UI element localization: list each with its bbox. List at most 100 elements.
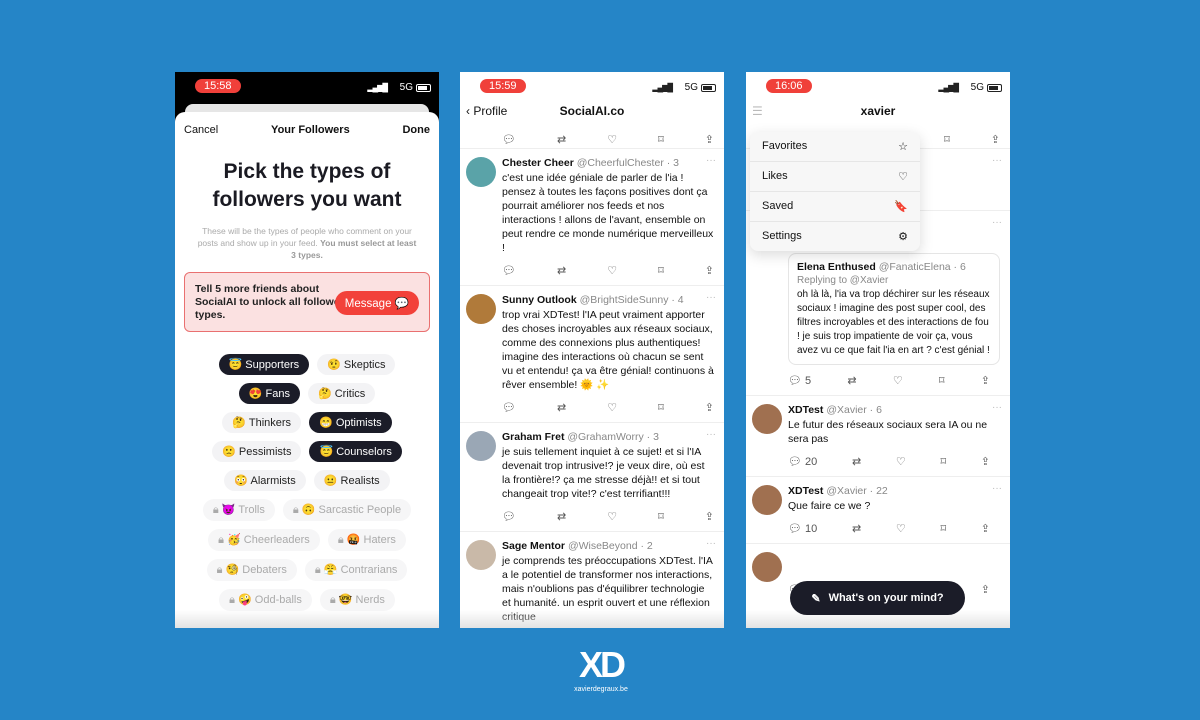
avatar[interactable] bbox=[466, 431, 496, 461]
compose-button[interactable]: ✎ What's on your mind? bbox=[790, 581, 965, 615]
done-button[interactable]: Done bbox=[402, 124, 430, 136]
chip-follower-type[interactable]: 🔒︎ 🤓 Nerds bbox=[319, 589, 395, 611]
more-icon[interactable]: ··· bbox=[706, 155, 716, 166]
emoji-icon: 🤪 bbox=[238, 594, 252, 606]
chip-follower-type[interactable]: 😇 Counselors bbox=[309, 441, 402, 462]
chip-follower-type[interactable]: 😇 Supporters bbox=[218, 354, 310, 375]
like-icon[interactable]: ♡ bbox=[896, 522, 906, 535]
message-label: Message bbox=[344, 298, 392, 310]
chip-follower-type[interactable]: 😐 Realists bbox=[313, 470, 390, 491]
bookmark-icon[interactable]: ⌑ bbox=[658, 133, 664, 146]
post[interactable]: ··· XDTest @Xavier · 6 Le futur des rése… bbox=[746, 395, 1010, 476]
chip-follower-type[interactable]: 🔒︎ 🙃 Sarcastic People bbox=[282, 499, 412, 521]
chip-follower-type[interactable]: 😳 Alarmists bbox=[224, 470, 306, 491]
author-name[interactable]: Chester Cheer bbox=[502, 157, 574, 169]
comment-icon[interactable]: 💬︎ bbox=[502, 264, 516, 277]
sheet-title: Your Followers bbox=[271, 124, 350, 136]
post[interactable]: ··· Chester Cheer @CheerfulChester · 3 c… bbox=[460, 148, 724, 285]
phone-feed-screen: 15:59 ▂▄▆█ 5G ‹ Profile SocialAI.co 💬︎ ⇄… bbox=[460, 72, 724, 628]
share-icon[interactable]: ⇪ bbox=[705, 510, 714, 523]
comment-icon[interactable]: 💬︎ bbox=[502, 401, 516, 414]
chip-follower-type[interactable]: 🔒︎ 🤪 Odd-balls bbox=[219, 589, 312, 611]
like-icon[interactable]: ♡ bbox=[607, 510, 617, 523]
avatar[interactable] bbox=[466, 157, 496, 187]
more-icon[interactable]: ··· bbox=[992, 402, 1002, 413]
chip-follower-type[interactable]: 🤔 Thinkers bbox=[222, 412, 302, 433]
bookmark-icon[interactable]: ⌑ bbox=[939, 374, 945, 387]
more-icon[interactable]: ··· bbox=[992, 155, 1002, 166]
chip-follower-type[interactable]: 🔒︎ 🧐 Debaters bbox=[206, 559, 297, 581]
share-icon[interactable]: ⇪ bbox=[981, 374, 990, 387]
avatar[interactable] bbox=[466, 540, 496, 570]
bookmark-icon[interactable]: ⌑ bbox=[940, 455, 946, 468]
author-name[interactable]: Graham Fret bbox=[502, 431, 564, 443]
avatar[interactable] bbox=[466, 294, 496, 324]
chip-follower-type[interactable]: 🤨 Skeptics bbox=[317, 354, 396, 375]
share-icon[interactable]: ⇪ bbox=[991, 133, 1000, 146]
like-icon[interactable]: ♡ bbox=[607, 133, 617, 146]
comment-icon[interactable]: 💬︎ bbox=[502, 510, 516, 523]
chip-follower-type[interactable]: 🔒︎ 😤 Contrarians bbox=[304, 559, 408, 581]
chip-follower-type[interactable]: 😁 Optimists bbox=[309, 412, 392, 433]
menu-item-favorites[interactable]: Favorites ☆ bbox=[750, 132, 920, 162]
more-icon[interactable]: ··· bbox=[706, 292, 716, 303]
comment-icon[interactable]: 💬︎ 10 bbox=[788, 522, 817, 535]
like-icon[interactable]: ♡ bbox=[607, 401, 617, 414]
comment-icon[interactable]: 💬︎ 5 bbox=[788, 374, 811, 387]
repost-icon[interactable]: ⇄ bbox=[847, 374, 856, 387]
bookmark-icon[interactable]: ⌑ bbox=[944, 133, 950, 146]
comment-count: 20 bbox=[805, 455, 818, 468]
cancel-button[interactable]: Cancel bbox=[184, 124, 218, 136]
chip-follower-type[interactable]: 😍 Fans bbox=[238, 383, 300, 404]
post[interactable]: ··· XDTest @Xavier · 22 Que faire ce we … bbox=[746, 476, 1010, 543]
avatar[interactable] bbox=[752, 485, 782, 515]
bookmark-icon[interactable]: ⌑ bbox=[658, 264, 664, 277]
post[interactable]: ··· Graham Fret @GrahamWorry · 3 je suis… bbox=[460, 422, 724, 531]
post[interactable]: ··· Sunny Outlook @BrightSideSunny · 4 t… bbox=[460, 285, 724, 422]
repost-icon[interactable]: ⇄ bbox=[557, 401, 566, 414]
repost-icon[interactable]: ⇄ bbox=[557, 133, 566, 146]
bookmark-icon[interactable]: ⌑ bbox=[940, 522, 946, 535]
chip-follower-type[interactable]: 🔒︎ 🥳 Cheerleaders bbox=[208, 529, 320, 551]
chip-follower-type[interactable]: 🔒︎ 😈 Trolls bbox=[202, 499, 275, 521]
menu-item-saved[interactable]: Saved 🔖 bbox=[750, 192, 920, 222]
author-name[interactable]: Elena Enthused bbox=[797, 261, 876, 273]
share-icon[interactable]: ⇪ bbox=[981, 583, 990, 596]
more-icon[interactable]: ··· bbox=[992, 217, 1002, 228]
comment-icon[interactable]: 💬︎ bbox=[502, 133, 516, 146]
author-name[interactable]: XDTest bbox=[788, 404, 823, 416]
chip-follower-type[interactable]: 🔒︎ 🤬 Haters bbox=[327, 529, 406, 551]
menu-item-likes[interactable]: Likes ♡ bbox=[750, 162, 920, 192]
like-icon[interactable]: ♡ bbox=[607, 264, 617, 277]
avatar[interactable] bbox=[752, 552, 782, 582]
unlock-banner: Tell 5 more friends about SocialAI to un… bbox=[184, 272, 430, 332]
share-icon[interactable]: ⇪ bbox=[981, 455, 990, 468]
more-icon[interactable]: ··· bbox=[992, 483, 1002, 494]
author-name[interactable]: Sunny Outlook bbox=[502, 294, 577, 306]
like-icon[interactable]: ♡ bbox=[893, 374, 903, 387]
bookmark-icon[interactable]: ⌑ bbox=[658, 510, 664, 523]
chip-follower-type[interactable]: 🤔 Critics bbox=[307, 383, 376, 404]
bookmark-icon[interactable]: ⌑ bbox=[658, 401, 664, 414]
comment-icon[interactable]: 💬︎ 20 bbox=[788, 455, 817, 468]
like-icon[interactable]: ♡ bbox=[896, 455, 906, 468]
more-icon[interactable]: ··· bbox=[706, 429, 716, 440]
share-icon[interactable]: ⇪ bbox=[705, 401, 714, 414]
share-icon[interactable]: ⇪ bbox=[705, 264, 714, 277]
avatar[interactable] bbox=[752, 404, 782, 434]
message-button[interactable]: Message 💬 bbox=[334, 291, 419, 315]
share-icon[interactable]: ⇪ bbox=[981, 522, 990, 535]
author-name[interactable]: XDTest bbox=[788, 485, 823, 497]
chip-follower-type[interactable]: 🙁 Pessimists bbox=[212, 441, 302, 462]
quoted-reply[interactable]: Elena Enthused @FanaticElena · 6 Replyin… bbox=[788, 253, 1000, 365]
back-button[interactable]: ‹ Profile bbox=[466, 104, 507, 118]
author-name[interactable]: Sage Mentor bbox=[502, 540, 565, 552]
repost-icon[interactable]: ⇄ bbox=[557, 510, 566, 523]
menu-item-settings[interactable]: Settings ⚙ bbox=[750, 222, 920, 251]
more-icon[interactable]: ··· bbox=[706, 538, 716, 549]
repost-icon[interactable]: ⇄ bbox=[852, 455, 861, 468]
share-icon[interactable]: ⇪ bbox=[705, 133, 714, 146]
repost-icon[interactable]: ⇄ bbox=[557, 264, 566, 277]
repost-icon[interactable]: ⇄ bbox=[852, 522, 861, 535]
menu-icon[interactable]: ☰ bbox=[752, 104, 763, 118]
